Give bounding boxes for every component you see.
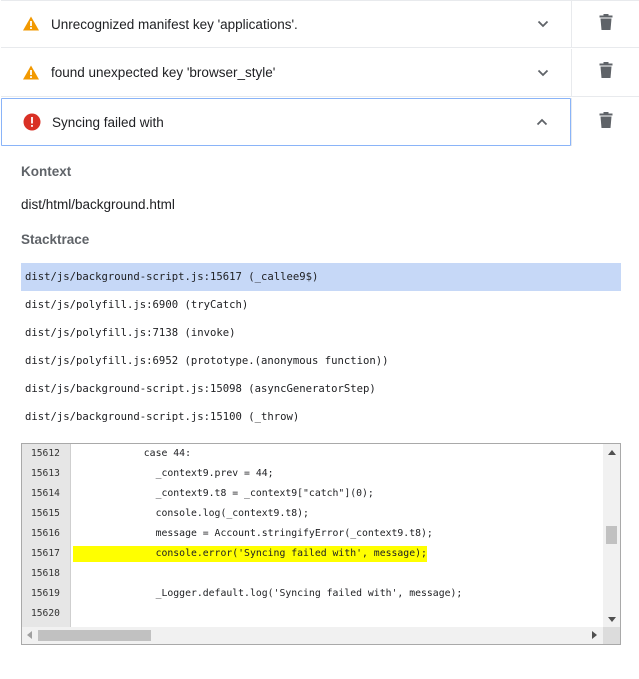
stack-frame[interactable]: dist/js/background-script.js:15617 (_cal… [21,263,621,291]
code-line: 15620 [22,604,604,624]
error-item-3[interactable]: Syncing failed with [0,98,639,146]
code-text: _context9.t8 = _context9["catch"](0); [73,488,374,499]
code-text: _Logger.default.log('Syncing failed with… [73,588,463,599]
code-line: 15612 case 44: [22,444,604,464]
vertical-scrollbar[interactable] [603,444,620,628]
error-item-header[interactable]: Syncing failed with [1,98,571,146]
line-number: 15616 [31,528,60,539]
vertical-scroll-thumb[interactable] [606,526,617,544]
code-line: 15616 message = Account.stringifyError(_… [22,524,604,544]
trash-icon [599,111,613,133]
error-item-header[interactable]: Unrecognized manifest key 'applications'… [1,0,571,48]
scroll-right-arrow-icon[interactable] [592,631,597,639]
source-code-viewer[interactable]: 15612 case 44: 15613 _context9.prev = 44… [21,443,621,645]
stack-frame[interactable]: dist/js/polyfill.js:7138 (invoke) [21,319,621,347]
warning-icon [22,15,40,33]
stack-frame[interactable]: dist/js/polyfill.js:6952 (prototype.(ano… [21,347,621,375]
code-text: console.log(_context9.t8); [73,508,309,519]
line-number: 15612 [31,448,60,459]
error-item-1[interactable]: Unrecognized manifest key 'applications'… [0,0,639,48]
line-number: 15613 [31,468,60,479]
trash-icon [599,62,613,83]
stacktrace-heading: Stacktrace [21,232,90,247]
error-message: Syncing failed with [52,114,164,130]
stack-frame[interactable]: dist/js/background-script.js:15100 (_thr… [21,403,621,431]
error-icon [23,113,41,131]
line-number: 15615 [31,508,60,519]
context-value: dist/html/background.html [21,197,175,212]
scroll-up-arrow-icon[interactable] [608,450,616,455]
warning-icon [22,64,40,82]
scrollbar-corner [603,627,620,644]
error-item-header[interactable]: found unexpected key 'browser_style' [1,49,571,97]
expand-chevron-icon[interactable] [531,61,555,85]
context-heading: Kontext [21,164,72,179]
error-message: found unexpected key 'browser_style' [51,65,276,80]
line-number: 15614 [31,488,60,499]
line-number: 15618 [31,568,60,579]
error-message: Unrecognized manifest key 'applications'… [51,16,298,32]
expand-chevron-icon[interactable] [531,12,555,36]
code-line: 15619 _Logger.default.log('Syncing faile… [22,584,604,604]
line-number: 15617 [31,548,60,559]
delete-button[interactable] [571,98,639,146]
code-line: 15615 console.log(_context9.t8); [22,504,604,524]
scroll-down-arrow-icon[interactable] [608,617,616,622]
horizontal-scrollbar[interactable] [22,627,604,644]
code-text-highlighted: console.error('Syncing failed with', mes… [73,546,427,562]
error-item-2[interactable]: found unexpected key 'browser_style' [0,49,639,97]
horizontal-scroll-thumb[interactable] [38,630,151,641]
code-line: 15614 _context9.t8 = _context9["catch"](… [22,484,604,504]
stack-frame[interactable]: dist/js/background-script.js:15098 (asyn… [21,375,621,403]
line-number: 15619 [31,588,60,599]
code-text: case 44: [73,448,191,459]
collapse-chevron-icon[interactable] [530,110,554,134]
line-number: 15620 [31,608,60,619]
code-line-highlighted: 15617 console.error('Syncing failed with… [22,544,604,564]
code-line: 15618 [22,564,604,584]
trash-icon [599,13,613,35]
code-text: message = Account.stringifyError(_contex… [73,528,433,539]
stack-frame[interactable]: dist/js/polyfill.js:6900 (tryCatch) [21,291,621,319]
stacktrace-list: dist/js/background-script.js:15617 (_cal… [21,263,621,431]
scroll-left-arrow-icon[interactable] [27,631,32,639]
code-line: 15613 _context9.prev = 44; [22,464,604,484]
delete-button[interactable] [571,0,639,48]
delete-button[interactable] [571,49,639,97]
code-text: _context9.prev = 44; [73,468,274,479]
